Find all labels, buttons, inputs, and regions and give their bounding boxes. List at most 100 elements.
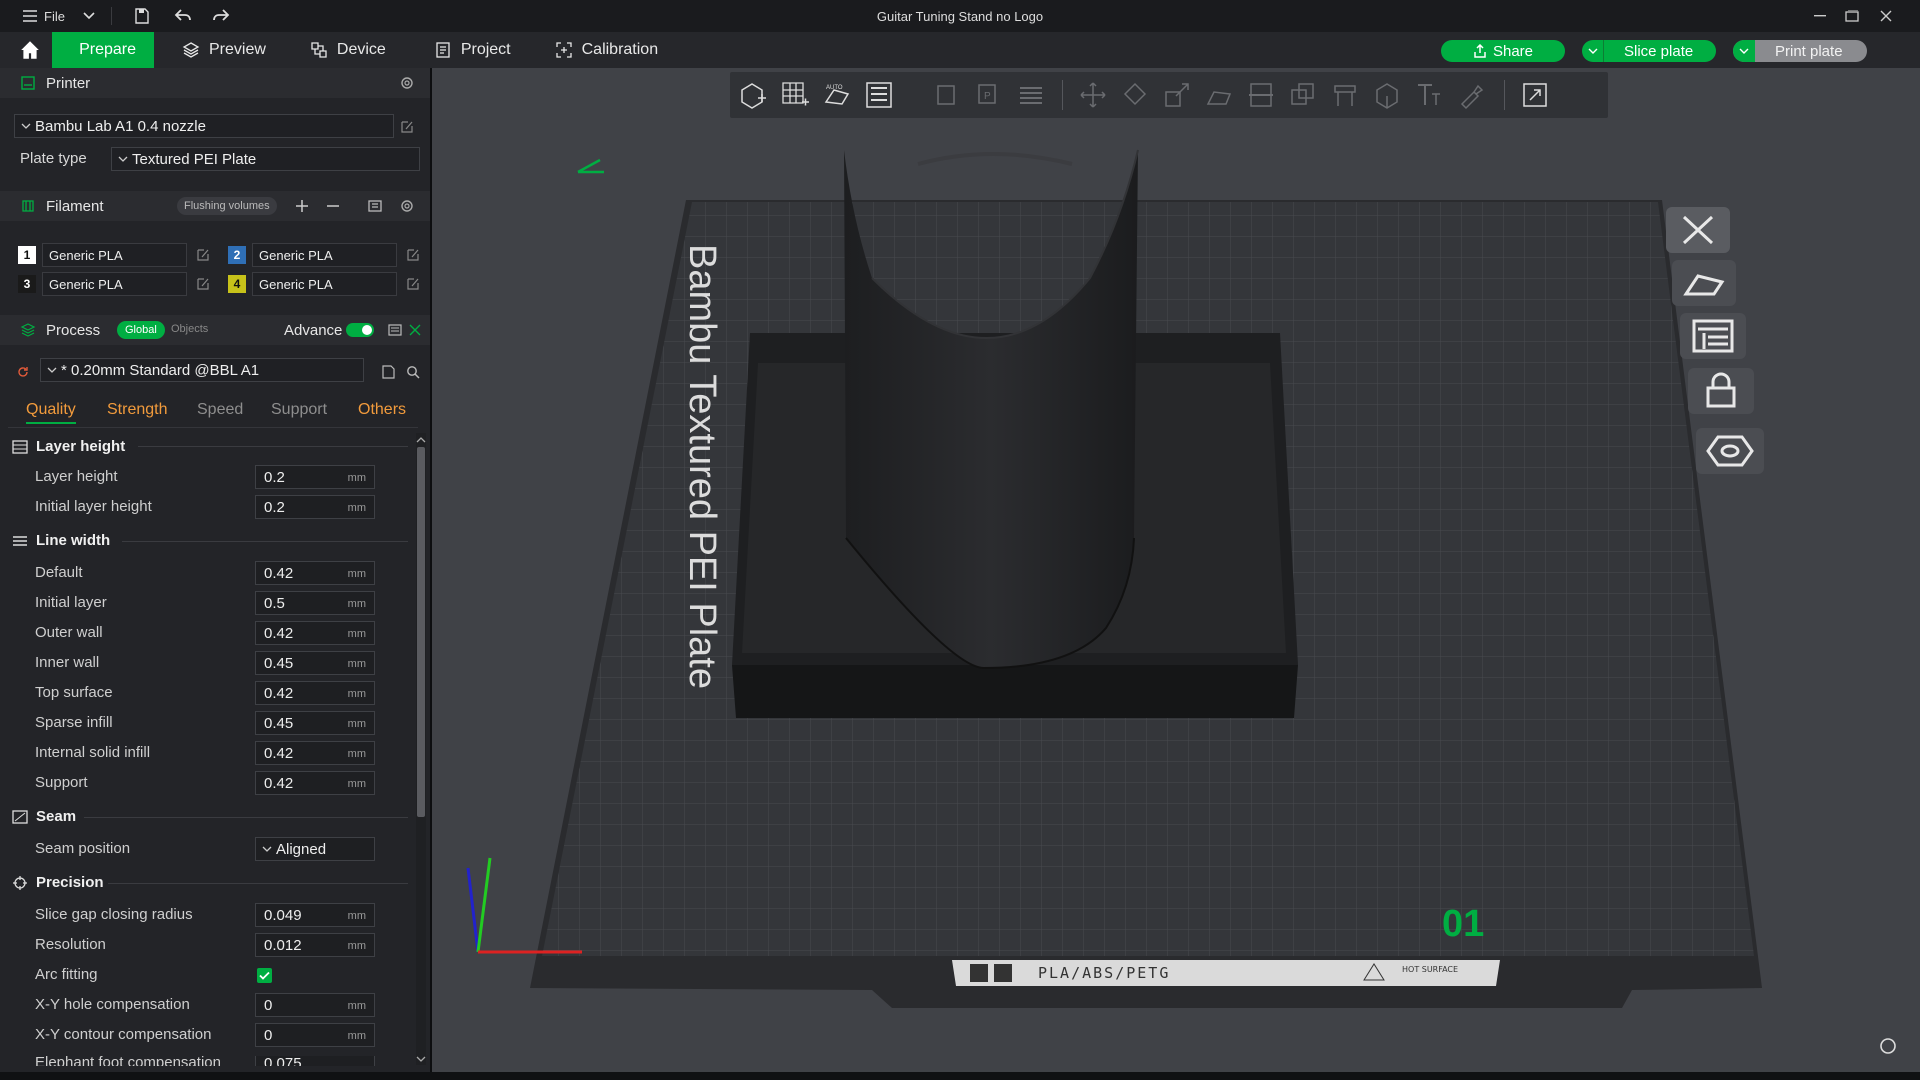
support-paint-icon[interactable]	[1330, 80, 1360, 110]
plus-icon[interactable]	[295, 199, 309, 213]
seam-paint-icon[interactable]	[1372, 80, 1402, 110]
filament-slot-2[interactable]: Generic PLA	[252, 243, 397, 267]
share-button[interactable]: Share	[1441, 40, 1565, 62]
filament-slot-1[interactable]: Generic PLA	[42, 243, 187, 267]
scale-icon[interactable]	[1162, 80, 1192, 110]
file-dropdown-button[interactable]	[83, 0, 95, 32]
compare-icon[interactable]	[387, 322, 403, 338]
minimize-button[interactable]	[1804, 0, 1836, 32]
scissors-icon[interactable]	[408, 323, 422, 337]
redo-button[interactable]	[212, 0, 230, 32]
filament-slot-4-number[interactable]: 4	[228, 275, 246, 293]
ams-sync-icon[interactable]	[367, 198, 383, 214]
undo-button[interactable]	[174, 0, 192, 32]
tab-others[interactable]: Others	[358, 401, 406, 419]
save-preset-icon[interactable]	[381, 365, 395, 379]
print-plate-button[interactable]: Print plate	[1733, 40, 1867, 62]
tab-device[interactable]: Device	[292, 32, 404, 68]
file-menu-button[interactable]: File	[22, 0, 65, 32]
lay-on-face-icon[interactable]	[1204, 80, 1234, 110]
scrollbar-thumb[interactable]	[417, 447, 425, 817]
cut-icon[interactable]	[1246, 80, 1276, 110]
view-all-button[interactable]	[1696, 428, 1764, 474]
text-icon[interactable]	[1414, 80, 1444, 110]
split-parts-icon[interactable]: P	[974, 80, 1004, 110]
edit-printer-icon[interactable]	[400, 120, 414, 134]
print-dropdown-arrow[interactable]	[1733, 40, 1755, 62]
inner-wall-input[interactable]: 0.45 mm	[255, 651, 375, 675]
layer-height-input[interactable]: 0.2 mm	[255, 465, 375, 489]
tab-project[interactable]: Project	[416, 32, 529, 68]
top-surface-input[interactable]: 0.42 mm	[255, 681, 375, 705]
global-toggle[interactable]: Global	[117, 321, 165, 339]
auto-orient-icon[interactable]: AUTO	[822, 80, 852, 110]
internal-solid-infill-input[interactable]: 0.42 mm	[255, 741, 375, 765]
filament-slot-3[interactable]: Generic PLA	[42, 272, 187, 296]
resolution-input[interactable]: 0.012 mm	[255, 933, 375, 957]
objects-toggle[interactable]: Objects	[171, 323, 208, 335]
outer-wall-input[interactable]: 0.42 mm	[255, 621, 375, 645]
slice-dropdown-arrow[interactable]	[1582, 40, 1604, 62]
filament-slot-3-number[interactable]: 3	[18, 275, 36, 293]
save-button[interactable]	[134, 0, 150, 32]
edit-filament-4-icon[interactable]	[406, 277, 420, 291]
xy-hole-compensation-input[interactable]: 0 mm	[255, 993, 375, 1017]
initial-layer-height-input[interactable]: 0.2 mm	[255, 495, 375, 519]
gear-icon[interactable]	[399, 75, 415, 91]
refresh-view-icon[interactable]	[1878, 1036, 1898, 1056]
delete-all-button[interactable]	[1666, 207, 1730, 253]
minus-icon[interactable]	[326, 199, 340, 213]
search-icon[interactable]	[406, 365, 420, 379]
tab-prepare[interactable]: Prepare	[52, 32, 154, 68]
assembly-view-icon[interactable]	[1520, 80, 1550, 110]
filament-slot-2-number[interactable]: 2	[228, 246, 246, 264]
add-object-icon[interactable]	[738, 80, 768, 110]
elephant-foot-input[interactable]: 0.075	[255, 1056, 375, 1066]
process-preset-select[interactable]: * 0.20mm Standard @BBL A1	[40, 358, 364, 382]
plate-name-edit-icon[interactable]	[577, 158, 604, 174]
tab-preview[interactable]: Preview	[164, 32, 284, 68]
xy-contour-compensation-input[interactable]: 0 mm	[255, 1023, 375, 1047]
auto-orient-side-button[interactable]	[1672, 260, 1736, 306]
plate-type-select[interactable]: Textured PEI Plate	[111, 147, 420, 171]
reset-icon[interactable]	[16, 365, 30, 379]
arrange-icon[interactable]	[864, 80, 894, 110]
advance-switch[interactable]	[346, 323, 374, 337]
gear-icon[interactable]	[399, 198, 415, 214]
printer-select[interactable]: Bambu Lab A1 0.4 nozzle	[14, 114, 394, 138]
seam-position-select[interactable]: Aligned	[255, 837, 375, 861]
boolean-icon[interactable]	[1288, 80, 1318, 110]
filament-slot-4[interactable]: Generic PLA	[252, 272, 397, 296]
close-window-button[interactable]	[1870, 0, 1902, 32]
add-plate-icon[interactable]	[780, 80, 810, 110]
scroll-up-icon[interactable]	[416, 435, 426, 443]
tab-quality[interactable]: Quality	[26, 401, 76, 424]
settings-scrollbar[interactable]	[416, 433, 426, 1065]
filament-slot-1-number[interactable]: 1	[18, 246, 36, 264]
scroll-down-icon[interactable]	[416, 1056, 426, 1064]
slice-plate-button[interactable]: Slice plate	[1582, 40, 1716, 62]
tab-speed[interactable]: Speed	[197, 401, 243, 419]
tab-calibration[interactable]: Calibration	[537, 32, 676, 68]
tab-strength[interactable]: Strength	[107, 401, 167, 419]
arc-fitting-checkbox[interactable]	[257, 968, 272, 983]
home-button[interactable]	[8, 32, 52, 68]
tab-support[interactable]: Support	[271, 401, 327, 419]
sparse-infill-input[interactable]: 0.45 mm	[255, 711, 375, 735]
color-paint-icon[interactable]	[1456, 80, 1486, 110]
initial-layer-line-width-input[interactable]: 0.5 mm	[255, 591, 375, 615]
edit-filament-3-icon[interactable]	[196, 277, 210, 291]
layers-editing-icon[interactable]	[1016, 80, 1046, 110]
move-icon[interactable]	[1078, 80, 1108, 110]
rotate-icon[interactable]	[1120, 80, 1150, 110]
support-line-width-input[interactable]: 0.42 mm	[255, 771, 375, 795]
flushing-volumes-button[interactable]: Flushing volumes	[177, 197, 277, 215]
arrange-side-button[interactable]	[1680, 313, 1746, 359]
edit-filament-2-icon[interactable]	[406, 248, 420, 262]
lock-button[interactable]	[1688, 368, 1754, 414]
slice-gap-closing-radius-input[interactable]: 0.049 mm	[255, 903, 375, 927]
edit-filament-1-icon[interactable]	[196, 248, 210, 262]
default-line-width-input[interactable]: 0.42 mm	[255, 561, 375, 585]
maximize-button[interactable]	[1836, 0, 1868, 32]
split-objects-icon[interactable]	[932, 80, 962, 110]
